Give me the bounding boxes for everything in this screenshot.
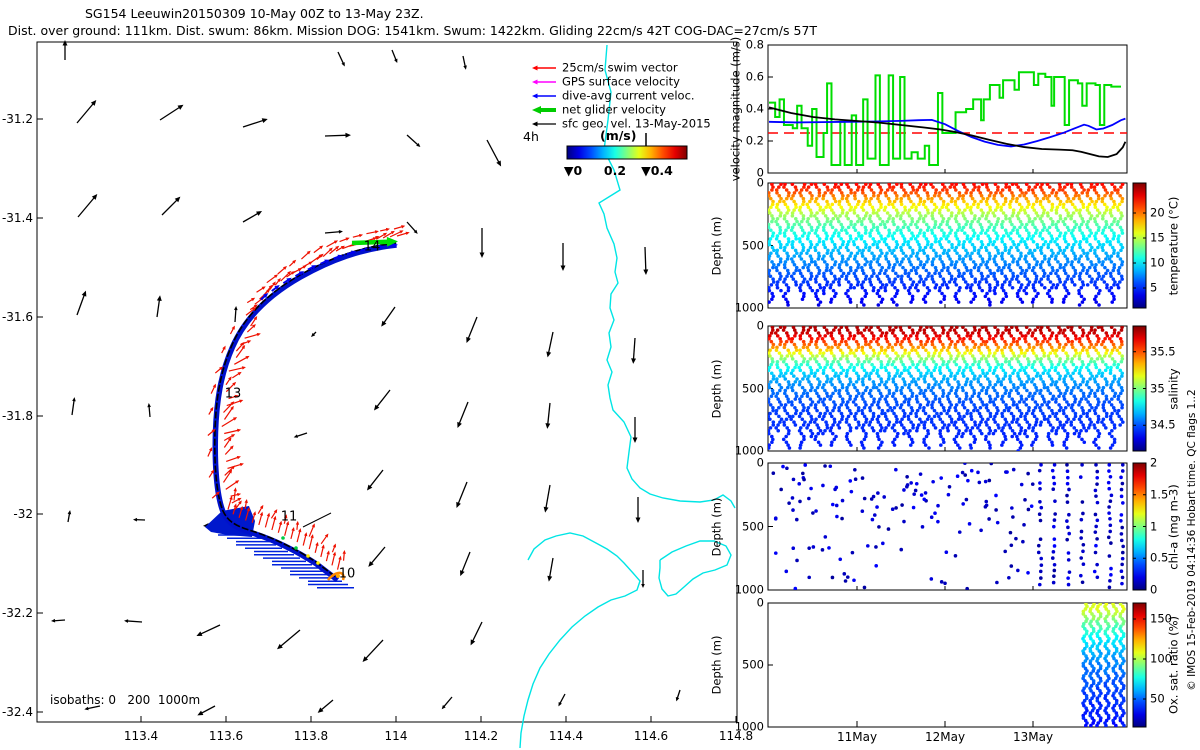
date-tick-label: 12May xyxy=(924,730,966,744)
salinity-colorbar-tick-label: 35.5 xyxy=(1150,343,1176,358)
legend-item-label: 25cm/s swim vector xyxy=(562,60,678,75)
map-lat-tick-label: -31.2 xyxy=(1,112,33,126)
depth-tick-label: 500 xyxy=(742,518,764,533)
map-lon-tick-label: 114.6 xyxy=(633,729,669,743)
track-day-label: 10 xyxy=(338,566,356,582)
map-lat-tick-label: -31.4 xyxy=(1,211,33,225)
depth-axis-label: Depth (m) xyxy=(709,635,724,695)
geostrophic-quiver xyxy=(51,40,681,716)
temperature-colorbar-tick-label: 10 xyxy=(1150,255,1165,270)
glider-track xyxy=(205,225,410,589)
depth-axis-label: Depth (m) xyxy=(709,216,724,275)
map-lat-tick-label: -32 xyxy=(13,507,33,521)
temperature-colorbar-tick-label: 15 xyxy=(1150,230,1165,245)
chl-a-colorbar-label: chl-a (mg m-3) xyxy=(1166,483,1181,570)
map-lon-tick-label: 113.6 xyxy=(208,729,244,743)
velocity-panel xyxy=(767,44,1128,174)
depth-tick-label: 0 xyxy=(756,595,764,610)
depth-tick-label: 1000 xyxy=(734,719,764,734)
dive-avg-current-band xyxy=(212,242,397,583)
panel-salinity xyxy=(767,325,1147,452)
map-lat-tick-label: -32.2 xyxy=(1,606,33,620)
oxygen-colorbar xyxy=(1132,602,1147,728)
figure-subtitle: Dist. over ground: 111km. Dist. swum: 86… xyxy=(8,23,818,38)
legend-duration-label: 4h xyxy=(523,129,539,144)
temperature-colorbar-tick-label: 5 xyxy=(1150,280,1158,295)
map-colorbar-tick-label: ▼0.4 xyxy=(641,162,673,178)
depth-axis-label: Depth (m) xyxy=(709,497,724,556)
map-panel xyxy=(36,40,738,749)
seaglider-figure: { "title": { "line1": "SG154 Leeuwin2015… xyxy=(0,0,1200,750)
panel-oxygen xyxy=(767,602,1147,728)
oxygen-colorbar-label: Ox. sat. ratio (%) xyxy=(1166,615,1181,715)
map-lat-tick-label: -32.4 xyxy=(1,705,33,719)
salinity-colorbar-label: salinity xyxy=(1166,367,1181,410)
depth-tick-label: 500 xyxy=(742,237,764,252)
depth-tick-label: 0 xyxy=(756,175,764,190)
oxygen-colorbar-tick-label: 50 xyxy=(1150,691,1165,706)
temperature-data xyxy=(768,183,1125,307)
velocity-ylabel: velocity magnitude (m/s) xyxy=(728,36,743,182)
depth-tick-label: 0 xyxy=(756,455,764,470)
temperature-colorbar-label: temperature (°C) xyxy=(1166,196,1181,295)
legend-item-label: GPS surface velocity xyxy=(562,74,680,89)
map-lat-tick-label: -31.6 xyxy=(1,310,33,324)
imos-caption: © IMOS 15-Feb-2019 04:14:36 Hobart time.… xyxy=(1185,389,1198,691)
depth-tick-label: 1000 xyxy=(734,582,764,597)
date-tick-label: 13May xyxy=(1012,730,1054,744)
legend-item-label: sfc geo. vel. 13-May-2015 xyxy=(562,116,711,131)
panel-temperature xyxy=(767,182,1147,309)
map-lon-tick-label: 114.4 xyxy=(548,729,584,743)
map-colorbar-title: (m/s) xyxy=(600,128,637,143)
depth-axis-label: Depth (m) xyxy=(709,359,724,418)
chl-a-data xyxy=(771,463,1125,590)
legend-item-label: net glider velocity xyxy=(562,102,666,117)
legend-item-label: dive-avg current veloc. xyxy=(562,88,695,103)
depth-tick-label: 1000 xyxy=(734,300,764,315)
temperature-colorbar xyxy=(1132,182,1147,309)
date-tick-label: 11May xyxy=(836,730,878,744)
velocity-ytick-label: 0.4 xyxy=(745,101,764,116)
temperature-colorbar-tick-label: 20 xyxy=(1150,205,1165,220)
map-lon-tick-label: 113.4 xyxy=(123,729,159,743)
track-line xyxy=(213,242,397,579)
figure-title: SG154 Leeuwin20150309 10-May 00Z to 13-M… xyxy=(85,6,424,21)
panel-chl-a xyxy=(767,462,1147,591)
chl-a-colorbar-tick-label: 2 xyxy=(1150,455,1158,470)
track-day-label: 14 xyxy=(363,239,381,255)
track-day-label: 13 xyxy=(224,386,242,402)
chl-a-colorbar-tick-label: 0 xyxy=(1150,582,1158,597)
velocity-ytick-label: 0.8 xyxy=(745,37,764,52)
map-lon-tick-label: 113.8 xyxy=(293,729,329,743)
map-lon-tick-label: 114.2 xyxy=(463,729,499,743)
oxygen-data xyxy=(1081,603,1126,727)
velocity-ytick-label: 0.6 xyxy=(745,69,764,84)
track-day-label: 11 xyxy=(280,509,298,525)
salinity-colorbar-tick-label: 35 xyxy=(1150,380,1165,395)
salinity-data xyxy=(768,326,1125,451)
depth-tick-label: 500 xyxy=(742,657,764,672)
chl-a-colorbar-tick-label: 1 xyxy=(1150,518,1158,533)
map-colorbar-tick-label: 0.2 xyxy=(603,162,627,178)
salinity-colorbar-tick-label: 34.5 xyxy=(1150,417,1176,432)
map-colorbar-tick-label: ▼0 xyxy=(563,162,583,178)
map-lat-tick-label: -31.8 xyxy=(1,409,33,423)
depth-tick-label: 500 xyxy=(742,380,764,395)
map-colorbar xyxy=(566,145,688,160)
map-lon-tick-label: 114 xyxy=(384,729,408,743)
velocity-ytick-label: 0.2 xyxy=(745,133,764,148)
depth-tick-label: 0 xyxy=(756,318,764,333)
isobaths-note: isobaths: 0 200 1000m xyxy=(50,693,201,707)
